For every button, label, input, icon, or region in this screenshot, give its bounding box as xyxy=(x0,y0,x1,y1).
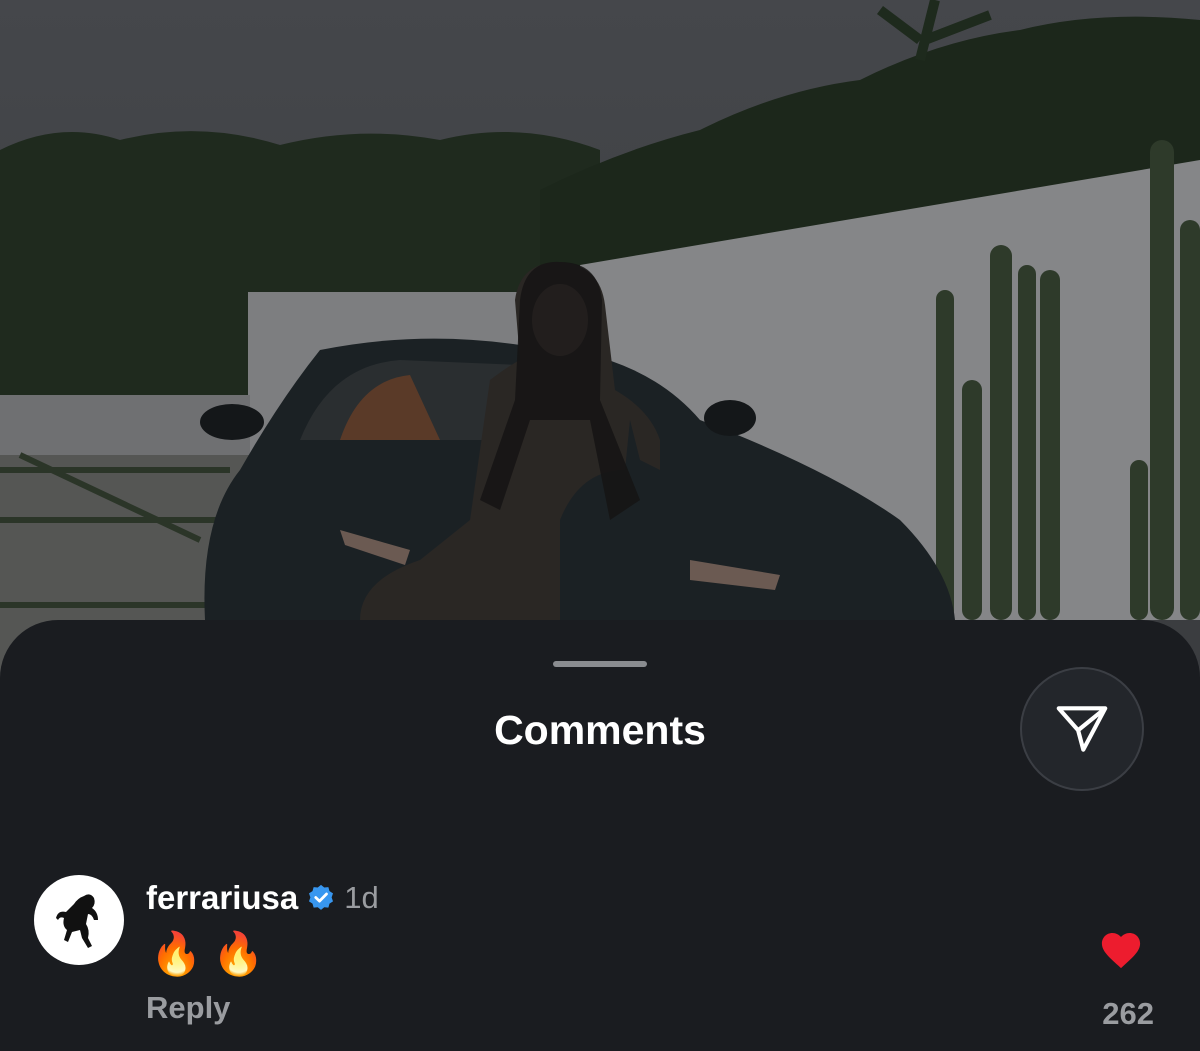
prancing-horse-icon xyxy=(56,894,98,948)
comment-timestamp: 1d xyxy=(344,880,379,915)
avatar[interactable] xyxy=(34,875,124,965)
comment-item: ferrariusa 1d 🔥🔥 Reply 262 xyxy=(0,870,1200,1051)
comment-header: ferrariusa 1d xyxy=(146,878,379,918)
comment-text: 🔥🔥 xyxy=(150,929,275,978)
share-button[interactable] xyxy=(1020,667,1144,791)
comments-sheet: Comments ferrariusa 1d 🔥🔥 Reply 262 xyxy=(0,620,1200,1051)
sheet-grabber[interactable] xyxy=(553,661,647,667)
like-count: 262 xyxy=(1102,996,1154,1031)
verified-badge-icon xyxy=(309,884,334,910)
post-photo xyxy=(0,0,1200,700)
username[interactable]: ferrariusa xyxy=(146,879,298,917)
heart-icon[interactable] xyxy=(1098,928,1144,970)
reply-button[interactable]: Reply xyxy=(146,990,230,1026)
send-icon xyxy=(1056,706,1108,752)
